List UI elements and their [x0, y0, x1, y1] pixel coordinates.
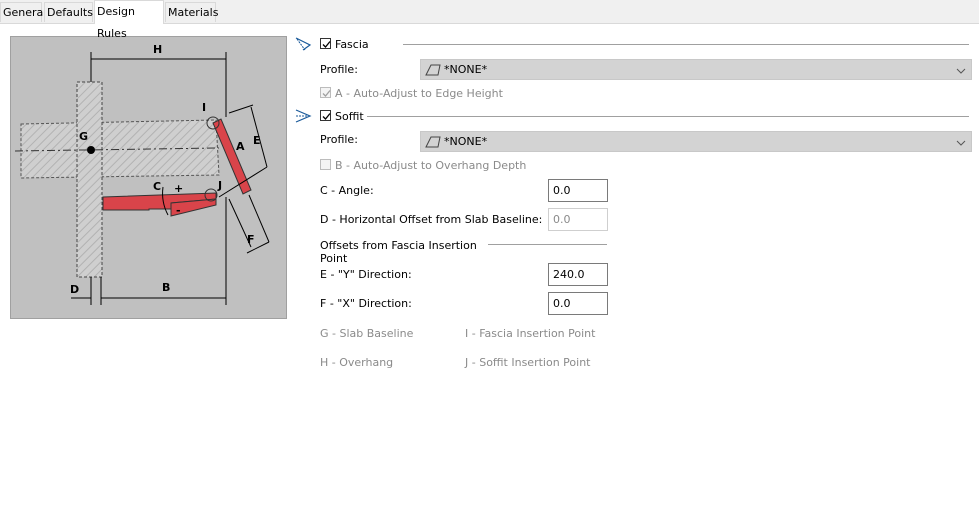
- diagram-label-c: C: [153, 180, 162, 193]
- fascia-auto-adjust-label: A - Auto-Adjust to Edge Height: [335, 87, 503, 100]
- design-rules-diagram: H I G E A C + - J F D B: [10, 36, 287, 319]
- chevron-down-icon: [956, 137, 966, 150]
- diagram-drawing: [14, 52, 270, 305]
- diagram-label-b: B: [162, 281, 171, 294]
- dim-e-ext: [228, 104, 254, 114]
- x-direction-input[interactable]: 0.0: [548, 292, 608, 315]
- profile-shape-icon: [425, 63, 441, 80]
- soffit-separator: [367, 116, 969, 117]
- tab-general[interactable]: General: [0, 2, 46, 22]
- legend-i: I - Fascia Insertion Point: [465, 327, 596, 340]
- soffit-profile-select[interactable]: *NONE*: [420, 131, 972, 152]
- tab-label: General: [3, 6, 47, 19]
- y-direction-label: E - "Y" Direction:: [320, 268, 412, 281]
- fascia-profile-select[interactable]: *NONE*: [420, 59, 972, 80]
- tab-label: Materials: [168, 6, 219, 19]
- offsets-heading-line1: Offsets from Fascia Insertion: [320, 239, 477, 252]
- fascia-label: Fascia: [335, 38, 369, 51]
- diagram-label-h: H: [153, 43, 163, 56]
- fascia-auto-adjust-checkbox[interactable]: [320, 87, 331, 98]
- y-direction-input[interactable]: 240.0: [548, 263, 608, 286]
- diagram-label-d: D: [70, 283, 80, 296]
- x-direction-label: F - "X" Direction:: [320, 297, 412, 310]
- baseline-point: [87, 146, 95, 154]
- slab-shape: [20, 119, 220, 179]
- diagram-label-minus: -: [176, 204, 181, 217]
- chevron-down-icon: [956, 65, 966, 78]
- angle-input[interactable]: 0.0: [548, 179, 608, 202]
- horizontal-offset-input[interactable]: 0.0: [548, 208, 608, 231]
- soffit-profile-value: *NONE*: [444, 135, 488, 148]
- offsets-heading-line2: Point: [320, 252, 348, 265]
- tab-label: Defaults: [47, 6, 93, 19]
- diagram-label-a: A: [236, 140, 245, 153]
- profile-shape-icon: [425, 135, 441, 152]
- fascia-checkbox[interactable]: [320, 38, 331, 49]
- soffit-icon: [294, 108, 312, 127]
- diagram-label-i: I: [202, 101, 207, 114]
- tab-label: Design Rules: [97, 5, 135, 40]
- fascia-icon: [294, 36, 312, 55]
- tab-strip: General Defaults Design Rules Materials: [0, 0, 979, 40]
- soffit-auto-adjust-checkbox[interactable]: [320, 159, 331, 170]
- fascia-profile-label: Profile:: [320, 63, 358, 76]
- diagram-label-j: J: [218, 179, 223, 192]
- tab-design-rules[interactable]: Design Rules: [94, 0, 164, 40]
- legend-j: J - Soffit Insertion Point: [465, 356, 591, 369]
- diagram-label-e: E: [253, 134, 261, 147]
- tab-materials[interactable]: Materials: [165, 2, 219, 22]
- soffit-label: Soffit: [335, 110, 364, 123]
- diagram-label-plus: +: [174, 182, 184, 195]
- offsets-separator: [488, 244, 607, 245]
- soffit-profile-label: Profile:: [320, 133, 358, 146]
- diagram-label-f: F: [247, 233, 255, 246]
- soffit-checkbox[interactable]: [320, 110, 331, 121]
- diagram-label-g: G: [79, 130, 89, 143]
- column-shape: [76, 81, 103, 278]
- fascia-separator: [403, 44, 969, 45]
- legend-g: G - Slab Baseline: [320, 327, 414, 340]
- soffit-auto-adjust-label: B - Auto-Adjust to Overhang Depth: [335, 159, 527, 172]
- fascia-profile-value: *NONE*: [444, 63, 488, 76]
- legend-h: H - Overhang: [320, 356, 394, 369]
- horizontal-offset-label: D - Horizontal Offset from Slab Baseline…: [320, 213, 543, 226]
- angle-label: C - Angle:: [320, 184, 374, 197]
- tab-defaults[interactable]: Defaults: [44, 2, 93, 22]
